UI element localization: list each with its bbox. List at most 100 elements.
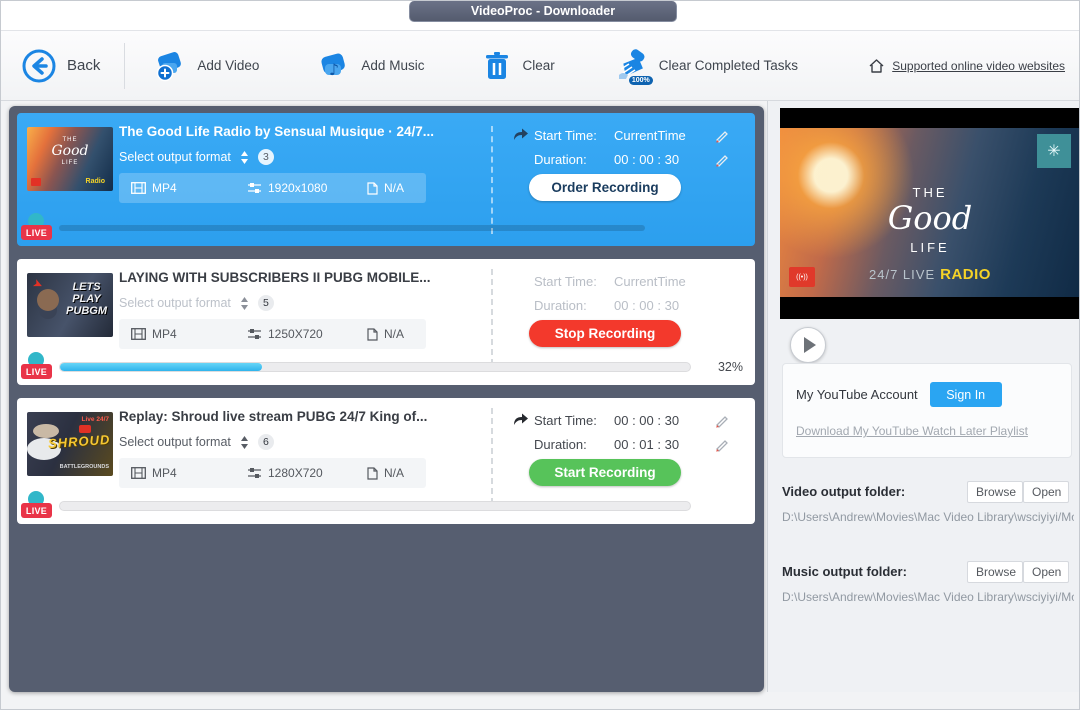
task-2-title: LAYING WITH SUBSCRIBERS II PUBG MOBILE..… xyxy=(119,270,487,285)
video-preview[interactable]: THE Good LIFE 24/7 LIVERADIO ((•)) ✳ xyxy=(780,108,1080,319)
supported-websites-label: Supported online video websites xyxy=(892,59,1065,73)
edit-start-icon[interactable] xyxy=(714,128,729,143)
card-divider xyxy=(491,126,493,234)
select-format-label: Select output format xyxy=(119,296,231,310)
video-output-path: D:\Users\Andrew\Movies\Mac Video Library… xyxy=(782,510,1074,524)
file-icon xyxy=(367,467,378,480)
thumb-text: SHROUD xyxy=(47,432,110,451)
clear-completed-label: Clear Completed Tasks xyxy=(659,58,798,73)
edit-duration-icon[interactable] xyxy=(714,152,729,167)
edit-start-icon[interactable] xyxy=(714,413,729,428)
svg-text:♪: ♪ xyxy=(329,60,339,79)
thumb-text: LETS xyxy=(72,281,100,293)
preview-text: Good xyxy=(888,199,973,237)
task-3-progress xyxy=(59,501,691,511)
task-2-progress-label: 32% xyxy=(718,360,743,374)
resolution-value: 1280X720 xyxy=(268,466,323,480)
task-3-format-bar: MP4 1280X720 N/A xyxy=(119,458,426,488)
thumb-face xyxy=(37,289,59,311)
start-time-label: Start Time: xyxy=(534,413,606,428)
thumb-text: PUBGM xyxy=(66,305,107,317)
play-button[interactable] xyxy=(790,327,826,363)
task-card-1[interactable]: THE Good LIFE Radio The Good Life Radio … xyxy=(17,113,755,246)
add-video-button[interactable]: Add Video xyxy=(153,49,259,83)
format-value: MP4 xyxy=(152,327,177,341)
clear-completed-button[interactable]: 100% Clear Completed Tasks xyxy=(613,49,798,83)
share-arrow-icon xyxy=(512,412,529,427)
start-recording-button[interactable]: Start Recording xyxy=(529,459,681,486)
stop-recording-button[interactable]: Stop Recording xyxy=(529,320,681,347)
resolution-icon xyxy=(247,328,262,340)
task-list-panel: THE Good LIFE Radio The Good Life Radio … xyxy=(9,106,764,692)
film-icon xyxy=(131,467,146,479)
live-badge: LIVE xyxy=(21,225,52,240)
share-arrow-icon xyxy=(512,127,529,142)
preview-text: LIFE xyxy=(910,240,949,255)
live-broadcast-icon: ((•)) xyxy=(789,267,815,287)
filesize-value: N/A xyxy=(384,466,404,480)
detail-panel: THE Good LIFE 24/7 LIVERADIO ((•)) ✳ My … xyxy=(767,101,1080,692)
youtube-account-card: My YouTube Account Sign In Download My Y… xyxy=(782,363,1072,458)
card-divider xyxy=(491,408,493,504)
broom-badge: 100% xyxy=(629,76,653,85)
youtube-account-label: My YouTube Account xyxy=(796,387,918,402)
task-2-format-select[interactable]: Select output format 5 xyxy=(119,295,274,311)
task-2-thumbnail: ➤ LETSPLAYPUBGM xyxy=(27,273,113,337)
thumb-text: LIFE xyxy=(62,160,79,166)
thumb-youtube-mark xyxy=(79,425,91,433)
music-output-folder-label: Music output folder: xyxy=(782,564,907,579)
format-count-badge: 5 xyxy=(258,295,274,311)
thumb-text: Radio xyxy=(86,178,105,185)
thumb-live-mark xyxy=(31,178,41,186)
task-1-progress xyxy=(59,225,645,231)
add-video-icon xyxy=(153,49,187,83)
trash-icon xyxy=(482,50,512,82)
task-2-progress xyxy=(59,362,691,372)
add-video-label: Add Video xyxy=(197,58,259,73)
start-time-value: CurrentTime xyxy=(614,128,706,143)
back-button[interactable]: Back xyxy=(21,48,100,84)
clear-button[interactable]: Clear xyxy=(482,50,554,82)
music-output-path: D:\Users\Andrew\Movies\Mac Video Library… xyxy=(782,590,1074,604)
live-badge: LIVE xyxy=(21,364,52,379)
music-open-button[interactable]: Open xyxy=(1023,561,1069,583)
order-recording-button[interactable]: Order Recording xyxy=(529,174,681,201)
toolbar-divider xyxy=(124,43,125,89)
add-music-button[interactable]: ♪ Add Music xyxy=(317,49,424,83)
start-time-value: 00 : 00 : 30 xyxy=(614,413,706,428)
video-browse-button[interactable]: Browse xyxy=(967,481,1023,503)
task-1-format-select[interactable]: Select output format 3 xyxy=(119,149,274,165)
task-3-format-select[interactable]: Select output format 6 xyxy=(119,434,274,450)
thumb-text: BATTLEGROUNDS xyxy=(60,464,109,470)
edit-duration-icon[interactable] xyxy=(714,437,729,452)
format-count-badge: 6 xyxy=(258,434,274,450)
back-label: Back xyxy=(67,57,100,74)
sign-in-button[interactable]: Sign In xyxy=(930,382,1002,407)
app-window: VideoProc - Downloader Back Add Video ♪ … xyxy=(0,0,1080,710)
home-icon xyxy=(868,58,885,74)
duration-label: Duration: xyxy=(534,152,606,167)
sort-arrows-icon xyxy=(240,436,249,449)
format-value: MP4 xyxy=(152,181,177,195)
film-icon xyxy=(131,182,146,194)
start-time-label: Start Time: xyxy=(534,128,606,143)
task-card-2[interactable]: ➤ LETSPLAYPUBGM LAYING WITH SUBSCRIBERS … xyxy=(17,259,755,385)
play-icon xyxy=(804,337,816,353)
video-open-button[interactable]: Open xyxy=(1023,481,1069,503)
select-format-label: Select output format xyxy=(119,150,231,164)
music-browse-button[interactable]: Browse xyxy=(967,561,1023,583)
film-icon xyxy=(131,328,146,340)
resolution-icon xyxy=(247,182,262,194)
toolbar: Back Add Video ♪ Add Music Clear 100% xyxy=(1,31,1079,101)
resolution-value: 1250X720 xyxy=(268,327,323,341)
task-card-3[interactable]: Live 24/7 SHROUD BATTLEGROUNDS Replay: S… xyxy=(17,398,755,524)
watch-later-playlist-link[interactable]: Download My YouTube Watch Later Playlist xyxy=(796,424,1028,438)
format-value: MP4 xyxy=(152,466,177,480)
supported-websites-link[interactable]: Supported online video websites xyxy=(868,58,1065,74)
select-format-label: Select output format xyxy=(119,435,231,449)
task-3-title: Replay: Shroud live stream PUBG 24/7 Kin… xyxy=(119,409,487,424)
resolution-value: 1920x1080 xyxy=(268,181,327,195)
start-time-label: Start Time: xyxy=(534,274,606,289)
resolution-icon xyxy=(247,467,262,479)
duration-value: 00 : 01 : 30 xyxy=(614,437,706,452)
